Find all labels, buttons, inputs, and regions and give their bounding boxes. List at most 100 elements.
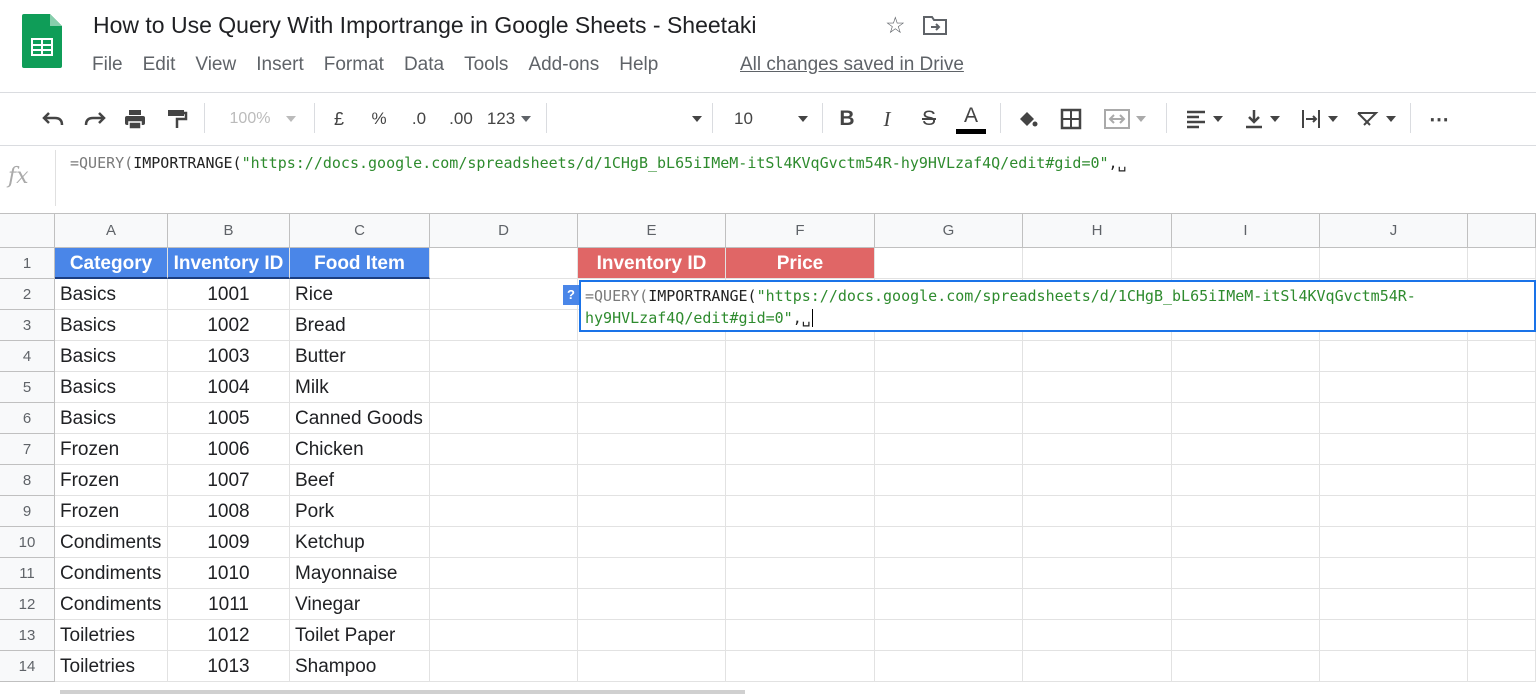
row-header[interactable]: 3 <box>0 310 55 341</box>
row-header[interactable]: 12 <box>0 589 55 620</box>
row-header[interactable]: 8 <box>0 465 55 496</box>
table-cell[interactable]: Frozen <box>55 496 168 527</box>
bold-button[interactable]: B <box>834 93 860 145</box>
table-cell[interactable]: 1006 <box>168 434 290 465</box>
table-cell[interactable] <box>578 589 726 620</box>
table-cell[interactable] <box>1320 496 1468 527</box>
row-header[interactable]: 4 <box>0 341 55 372</box>
table-cell[interactable] <box>578 465 726 496</box>
table-cell[interactable]: 1012 <box>168 620 290 651</box>
table-cell[interactable] <box>430 620 578 651</box>
table-cell[interactable] <box>875 558 1023 589</box>
table-cell[interactable] <box>1468 651 1536 682</box>
table-cell[interactable]: Pork <box>290 496 430 527</box>
table-cell[interactable]: 1007 <box>168 465 290 496</box>
header-cell[interactable]: Price <box>726 248 875 279</box>
table-cell[interactable] <box>430 341 578 372</box>
table-cell[interactable]: Milk <box>290 372 430 403</box>
table-cell[interactable] <box>1468 434 1536 465</box>
table-cell[interactable] <box>1023 496 1172 527</box>
row-header[interactable]: 2 <box>0 279 55 310</box>
table-cell[interactable] <box>875 527 1023 558</box>
table-cell[interactable] <box>1172 248 1320 279</box>
column-header[interactable]: A <box>55 214 168 248</box>
table-cell[interactable] <box>875 620 1023 651</box>
table-cell[interactable] <box>726 403 875 434</box>
table-cell[interactable] <box>726 372 875 403</box>
table-cell[interactable] <box>430 403 578 434</box>
table-cell[interactable] <box>875 434 1023 465</box>
table-cell[interactable] <box>430 279 578 310</box>
table-cell[interactable]: Basics <box>55 310 168 341</box>
table-cell[interactable] <box>1320 434 1468 465</box>
decrease-decimal-button[interactable]: .0 <box>404 93 434 145</box>
column-header[interactable]: C <box>290 214 430 248</box>
column-header[interactable]: E <box>578 214 726 248</box>
table-cell[interactable] <box>875 496 1023 527</box>
table-cell[interactable]: Frozen <box>55 434 168 465</box>
column-header[interactable]: H <box>1023 214 1172 248</box>
table-cell[interactable] <box>726 558 875 589</box>
table-cell[interactable] <box>1172 589 1320 620</box>
table-cell[interactable] <box>726 620 875 651</box>
row-header[interactable]: 1 <box>0 248 55 279</box>
table-cell[interactable] <box>1172 403 1320 434</box>
table-cell[interactable]: 1003 <box>168 341 290 372</box>
table-cell[interactable]: 1011 <box>168 589 290 620</box>
table-cell[interactable]: Basics <box>55 341 168 372</box>
table-cell[interactable]: Condiments <box>55 527 168 558</box>
table-cell[interactable] <box>1468 496 1536 527</box>
table-cell[interactable]: Condiments <box>55 589 168 620</box>
row-header[interactable]: 10 <box>0 527 55 558</box>
table-cell[interactable]: 1001 <box>168 279 290 310</box>
table-cell[interactable] <box>1320 558 1468 589</box>
table-cell[interactable] <box>1320 465 1468 496</box>
table-cell[interactable] <box>430 465 578 496</box>
table-cell[interactable] <box>578 341 726 372</box>
cell-editor[interactable]: =QUERY(IMPORTRANGE("https://docs.google.… <box>579 280 1536 332</box>
menu-data[interactable]: Data <box>404 54 444 78</box>
table-cell[interactable] <box>1468 620 1536 651</box>
table-cell[interactable]: Ketchup <box>290 527 430 558</box>
column-header[interactable]: D <box>430 214 578 248</box>
table-cell[interactable] <box>578 651 726 682</box>
table-cell[interactable] <box>1023 465 1172 496</box>
row-header[interactable]: 14 <box>0 651 55 682</box>
table-cell[interactable] <box>430 310 578 341</box>
table-cell[interactable] <box>1320 527 1468 558</box>
menu-tools[interactable]: Tools <box>464 54 508 78</box>
menu-help[interactable]: Help <box>619 54 658 78</box>
menu-edit[interactable]: Edit <box>143 54 176 78</box>
table-cell[interactable] <box>726 651 875 682</box>
column-header[interactable]: B <box>168 214 290 248</box>
strikethrough-button[interactable]: S <box>914 93 944 145</box>
table-cell[interactable] <box>1023 651 1172 682</box>
undo-icon[interactable] <box>38 93 68 145</box>
formula-text[interactable]: =QUERY(IMPORTRANGE("https://docs.google.… <box>70 154 1127 172</box>
table-cell[interactable] <box>578 496 726 527</box>
row-header[interactable]: 13 <box>0 620 55 651</box>
table-cell[interactable] <box>1468 465 1536 496</box>
table-cell[interactable]: Bread <box>290 310 430 341</box>
text-rotate-icon[interactable] <box>1350 93 1402 145</box>
table-cell[interactable] <box>430 248 578 279</box>
table-cell[interactable] <box>1320 403 1468 434</box>
text-color-button[interactable]: A <box>954 93 988 145</box>
table-cell[interactable] <box>1023 372 1172 403</box>
table-cell[interactable] <box>1023 248 1172 279</box>
column-header[interactable]: J <box>1320 214 1468 248</box>
formula-help-button[interactable]: ? <box>563 285 579 305</box>
valign-icon[interactable] <box>1236 93 1288 145</box>
table-cell[interactable]: Toiletries <box>55 620 168 651</box>
table-cell[interactable] <box>1172 496 1320 527</box>
table-cell[interactable]: Toiletries <box>55 651 168 682</box>
table-cell[interactable] <box>1468 341 1536 372</box>
table-cell[interactable]: Basics <box>55 372 168 403</box>
table-cell[interactable]: Butter <box>290 341 430 372</box>
table-cell[interactable] <box>1468 589 1536 620</box>
table-cell[interactable]: Toilet Paper <box>290 620 430 651</box>
table-cell[interactable] <box>578 527 726 558</box>
table-cell[interactable] <box>1172 651 1320 682</box>
table-cell[interactable] <box>1468 527 1536 558</box>
table-cell[interactable] <box>875 465 1023 496</box>
